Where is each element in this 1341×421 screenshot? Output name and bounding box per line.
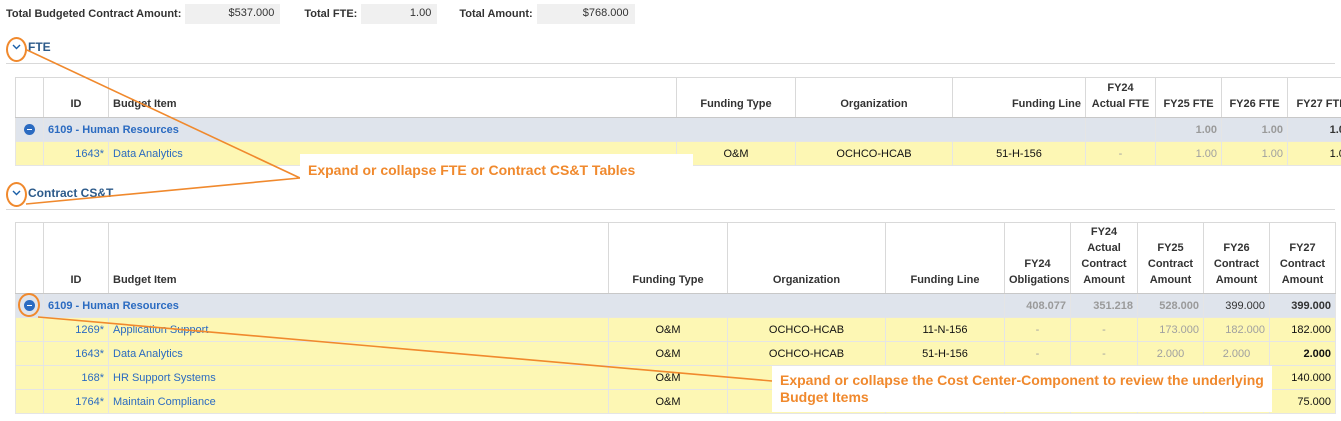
callout-leader-lines [25, 49, 773, 382]
callout-cost-center: Expand or collapse the Cost Center-Compo… [772, 366, 1272, 412]
callout-tables: Expand or collapse FTE or Contract CS&T … [300, 154, 693, 185]
